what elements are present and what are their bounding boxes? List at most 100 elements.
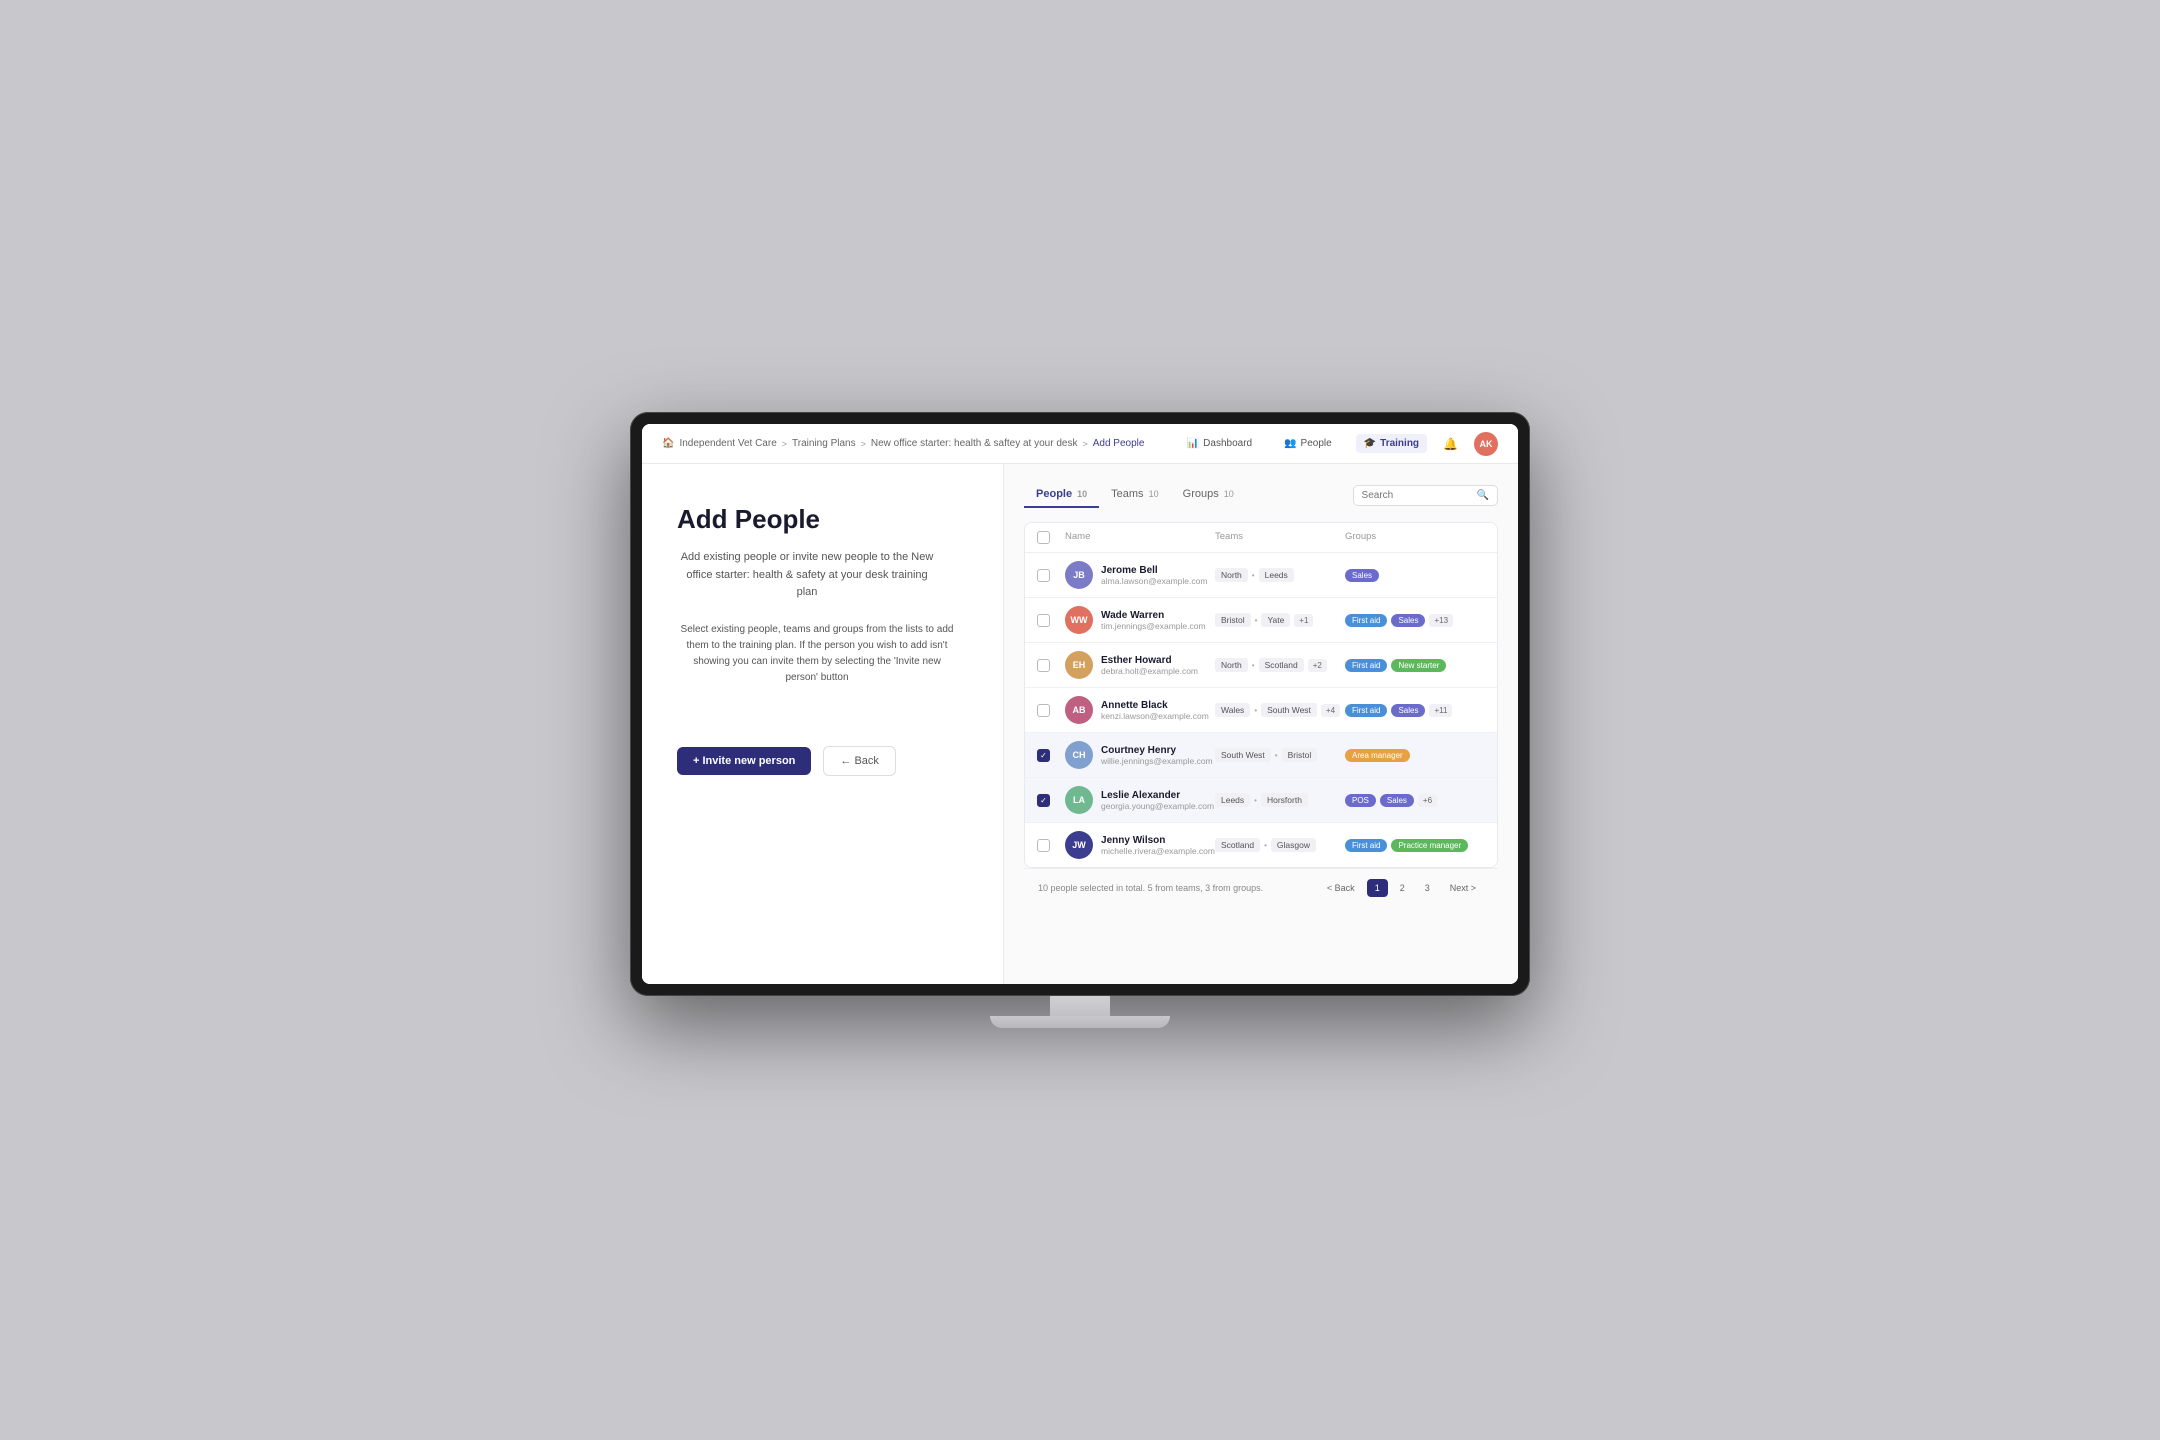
col-groups: Groups	[1345, 531, 1485, 544]
back-button[interactable]: ← Back	[823, 746, 896, 776]
person-name-6: Leslie Alexander	[1101, 790, 1214, 801]
pagination: < Back 1 2 3 Next >	[1319, 879, 1484, 897]
row-checkbox-7[interactable]	[1037, 839, 1050, 852]
pagination-next[interactable]: Next >	[1442, 879, 1484, 897]
avatar-esther-howard: EH	[1065, 651, 1093, 679]
pagination-back[interactable]: < Back	[1319, 879, 1363, 897]
groups-cell-1: Sales	[1345, 569, 1485, 582]
nav-people[interactable]: 👥 People	[1276, 434, 1340, 453]
groups-extra: +11	[1429, 704, 1452, 717]
groups-cell-5: Area manager	[1345, 749, 1485, 762]
page-title: Add People	[677, 504, 968, 535]
row-checkbox-4[interactable]	[1037, 704, 1050, 717]
person-name-5: Courtney Henry	[1101, 745, 1213, 756]
breadcrumb-sep3: >	[1082, 439, 1087, 449]
right-panel: People 10 Teams 10 Groups 10 🔍	[1004, 464, 1518, 984]
person-info-5: CH Courtney Henry willie.jennings@exampl…	[1065, 741, 1215, 769]
row-checkbox-5[interactable]	[1037, 749, 1050, 762]
teams-cell-6: Leeds • Horsforth	[1215, 793, 1345, 807]
group-tag: POS	[1345, 794, 1376, 807]
person-email-3: debra.holt@example.com	[1101, 666, 1198, 676]
pagination-page-2[interactable]: 2	[1392, 879, 1413, 897]
avatar-jerome-bell: JB	[1065, 561, 1093, 589]
group-tag: First aid	[1345, 704, 1387, 717]
tabs-row: People 10 Teams 10 Groups 10 🔍	[1024, 482, 1498, 508]
person-info-7: JW Jenny Wilson michelle.rivera@example.…	[1065, 831, 1215, 859]
tab-teams[interactable]: Teams 10	[1099, 482, 1170, 508]
training-icon: 🎓	[1364, 438, 1376, 449]
navbar: 🏠 Independent Vet Care > Training Plans …	[642, 424, 1518, 464]
people-icon: 👥	[1284, 438, 1296, 449]
person-name-4: Annette Black	[1101, 700, 1209, 711]
breadcrumb-training-plans[interactable]: Training Plans	[792, 438, 856, 449]
people-table: Name Teams Groups JB Jerome Bell	[1024, 522, 1498, 868]
search-input[interactable]	[1362, 490, 1472, 501]
breadcrumb-home[interactable]: Independent Vet Care	[679, 438, 776, 449]
person-email-7: michelle.rivera@example.com	[1101, 846, 1215, 856]
col-name: Name	[1065, 531, 1215, 544]
person-info-4: AB Annette Black kenzi.lawson@example.co…	[1065, 696, 1215, 724]
left-panel: Add People Add existing people or invite…	[642, 464, 1004, 984]
row-checkbox-3[interactable]	[1037, 659, 1050, 672]
dashboard-icon: 📊	[1187, 438, 1199, 449]
avatar-leslie-alexander: LA	[1065, 786, 1093, 814]
breadcrumb-plan-name[interactable]: New office starter: health & saftey at y…	[871, 438, 1078, 449]
monitor-stand	[630, 996, 1530, 1028]
person-name-3: Esther Howard	[1101, 655, 1198, 666]
team-tag: Glasgow	[1271, 838, 1316, 852]
table-row: JB Jerome Bell alma.lawson@example.com N…	[1025, 553, 1497, 598]
teams-cell-2: Bristol • Yate +1	[1215, 613, 1345, 627]
team-tag: North	[1215, 568, 1248, 582]
table-row: AB Annette Black kenzi.lawson@example.co…	[1025, 688, 1497, 733]
row-checkbox-6[interactable]	[1037, 794, 1050, 807]
team-tag: South West	[1215, 748, 1271, 762]
nav-dashboard[interactable]: 📊 Dashboard	[1179, 434, 1260, 453]
avatar[interactable]: AK	[1474, 432, 1498, 456]
person-email-6: georgia.young@example.com	[1101, 801, 1214, 811]
team-tag: Wales	[1215, 703, 1250, 717]
person-info-2: WW Wade Warren tim.jennings@example.com	[1065, 606, 1215, 634]
groups-cell-2: First aid Sales +13	[1345, 614, 1485, 627]
page-instruction: Select existing people, teams and groups…	[677, 622, 957, 686]
row-checkbox-1[interactable]	[1037, 569, 1050, 582]
group-tag: Sales	[1391, 614, 1425, 627]
teams-extra: +4	[1321, 704, 1340, 717]
avatar-annette-black: AB	[1065, 696, 1093, 724]
search-box[interactable]: 🔍	[1353, 485, 1498, 506]
teams-cell-1: North • Leeds	[1215, 568, 1345, 582]
person-email-2: tim.jennings@example.com	[1101, 621, 1206, 631]
row-checkbox-2[interactable]	[1037, 614, 1050, 627]
groups-cell-6: POS Sales +6	[1345, 794, 1485, 807]
breadcrumb-current: Add People	[1093, 438, 1145, 449]
breadcrumb: 🏠 Independent Vet Care > Training Plans …	[662, 438, 1144, 449]
teams-cell-5: South West • Bristol	[1215, 748, 1345, 762]
tab-people[interactable]: People 10	[1024, 482, 1099, 508]
teams-extra: +1	[1294, 614, 1313, 627]
person-email-1: alma.lawson@example.com	[1101, 576, 1207, 586]
groups-cell-7: First aid Practice manager	[1345, 839, 1485, 852]
person-name-7: Jenny Wilson	[1101, 835, 1215, 846]
avatar-jenny-wilson: JW	[1065, 831, 1093, 859]
tab-groups[interactable]: Groups 10	[1171, 482, 1246, 508]
select-all-checkbox[interactable]	[1037, 531, 1050, 544]
table-row: WW Wade Warren tim.jennings@example.com …	[1025, 598, 1497, 643]
teams-cell-7: Scotland • Glasgow	[1215, 838, 1345, 852]
invite-new-person-button[interactable]: + Invite new person	[677, 747, 811, 775]
person-info-6: LA Leslie Alexander georgia.young@exampl…	[1065, 786, 1215, 814]
team-tag: Leeds	[1215, 793, 1250, 807]
person-email-4: kenzi.lawson@example.com	[1101, 711, 1209, 721]
avatar-wade-warren: WW	[1065, 606, 1093, 634]
team-tag: Bristol	[1282, 748, 1318, 762]
nav-training[interactable]: 🎓 Training	[1356, 434, 1427, 453]
table-row: EH Esther Howard debra.holt@example.com …	[1025, 643, 1497, 688]
pagination-page-1[interactable]: 1	[1367, 879, 1388, 897]
group-tag: First aid	[1345, 659, 1387, 672]
team-tag: South West	[1261, 703, 1317, 717]
team-tag: Horsforth	[1261, 793, 1308, 807]
bell-icon[interactable]: 🔔	[1443, 437, 1458, 451]
avatar-courtney-henry: CH	[1065, 741, 1093, 769]
group-tag: Sales	[1380, 794, 1414, 807]
groups-cell-3: First aid New starter	[1345, 659, 1485, 672]
search-icon: 🔍	[1477, 490, 1489, 501]
pagination-page-3[interactable]: 3	[1417, 879, 1438, 897]
